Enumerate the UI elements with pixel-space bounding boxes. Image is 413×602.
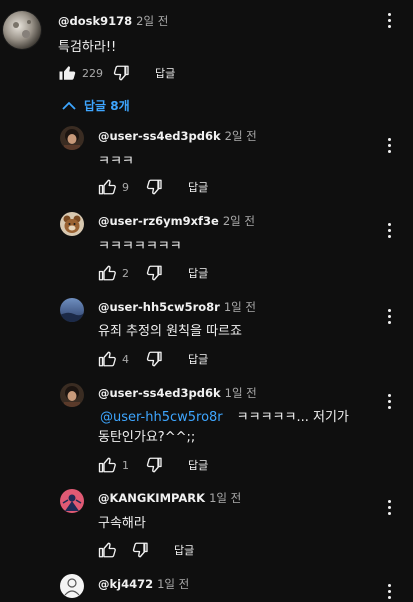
comment-actions: 답글 [96,540,194,560]
comment-actions: 4 답글 [96,349,208,369]
comment-author[interactable]: @user-hh5cw5ro8r 1일 전 [98,299,256,315]
like-icon[interactable] [96,454,118,476]
avatar[interactable] [60,574,84,598]
avatar[interactable] [60,489,84,513]
mention-link[interactable]: @user-hh5cw5ro8r [100,410,223,425]
author-handle[interactable]: @user-hh5cw5ro8r [98,300,220,314]
comment-text-line: ㅋㅋㅋㅋㅋ... 저기가 [236,410,349,425]
like-icon[interactable] [96,348,118,370]
comment-actions: 2 답글 [96,263,208,283]
like-count: 1 [122,458,129,472]
comment-actions: 1 답글 [96,455,208,475]
timestamp[interactable]: 2일 전 [136,14,168,28]
reply-button[interactable]: 답글 [174,542,194,558]
dislike-icon[interactable] [144,454,166,476]
comment-author[interactable]: @kj4472 1일 전 [98,576,189,592]
comment-actions: 229 답글 [56,63,175,83]
reply-button[interactable]: 답글 [188,179,208,195]
comment-actions: 9 답글 [96,177,208,197]
author-handle[interactable]: @dosk9178 [58,14,132,28]
author-handle[interactable]: @kj4472 [98,577,153,591]
avatar[interactable] [60,298,84,322]
comment-text-line: 동탄인가요?^^;; [98,430,196,445]
timestamp[interactable]: 1일 전 [157,577,189,591]
comment-author[interactable]: @KANGKIMPARK 1일 전 [98,490,241,506]
like-count: 4 [122,352,129,366]
comment-text: ㅋㅋㅋㅋㅋㅋㅋ [98,239,182,254]
author-handle[interactable]: @user-ss4ed3pd6k [98,129,221,143]
comment-author[interactable]: @dosk9178 2일 전 [58,13,168,29]
comment-text: ㅋㅋㅋ [98,154,134,169]
dislike-icon[interactable] [144,262,166,284]
replies-toggle-button[interactable]: 답글 8개 [62,97,130,114]
like-icon[interactable] [96,539,118,561]
chevron-up-icon [62,101,76,111]
dislike-icon[interactable] [144,176,166,198]
reply-button[interactable]: 답글 [188,351,208,367]
replies-count-label: 답글 8개 [84,99,130,113]
dislike-icon[interactable] [111,62,133,84]
reply-button[interactable]: 답글 [188,265,208,281]
more-options-icon[interactable] [386,223,392,241]
author-handle[interactable]: @KANGKIMPARK [98,491,205,505]
avatar[interactable] [60,212,84,236]
timestamp[interactable]: 2일 전 [223,214,255,228]
avatar[interactable] [60,126,84,150]
author-handle[interactable]: @user-rz6ym9xf3e [98,214,219,228]
comment-text: 특검하라!! [58,40,117,55]
more-options-icon[interactable] [386,13,392,31]
comment-author[interactable]: @user-rz6ym9xf3e 2일 전 [98,213,255,229]
like-count: 2 [122,266,129,280]
comment-text: 유죄 추정의 원칙을 따르죠 [98,324,242,339]
comment-author[interactable]: @user-ss4ed3pd6k 1일 전 [98,385,257,401]
more-options-icon[interactable] [386,138,392,156]
more-options-icon[interactable] [386,584,392,602]
like-count: 229 [82,66,103,80]
comment-author[interactable]: @user-ss4ed3pd6k 2일 전 [98,128,257,144]
avatar[interactable] [60,383,84,407]
more-options-icon[interactable] [386,309,392,327]
dislike-icon[interactable] [144,348,166,370]
timestamp[interactable]: 2일 전 [225,129,257,143]
like-icon[interactable] [56,62,78,84]
timestamp[interactable]: 1일 전 [225,386,257,400]
timestamp[interactable]: 1일 전 [224,300,256,314]
more-options-icon[interactable] [386,500,392,518]
like-count: 9 [122,180,129,194]
avatar[interactable] [2,10,42,50]
comment-text: @user-hh5cw5ro8r ㅋㅋㅋㅋㅋ... 저기가 [98,406,349,425]
author-handle[interactable]: @user-ss4ed3pd6k [98,386,221,400]
comment-text: 구속해라 [98,516,146,531]
timestamp[interactable]: 1일 전 [209,491,241,505]
like-icon[interactable] [96,262,118,284]
reply-button[interactable]: 답글 [155,65,175,81]
more-options-icon[interactable] [386,394,392,412]
like-icon[interactable] [96,176,118,198]
reply-button[interactable]: 답글 [188,457,208,473]
dislike-icon[interactable] [130,539,152,561]
